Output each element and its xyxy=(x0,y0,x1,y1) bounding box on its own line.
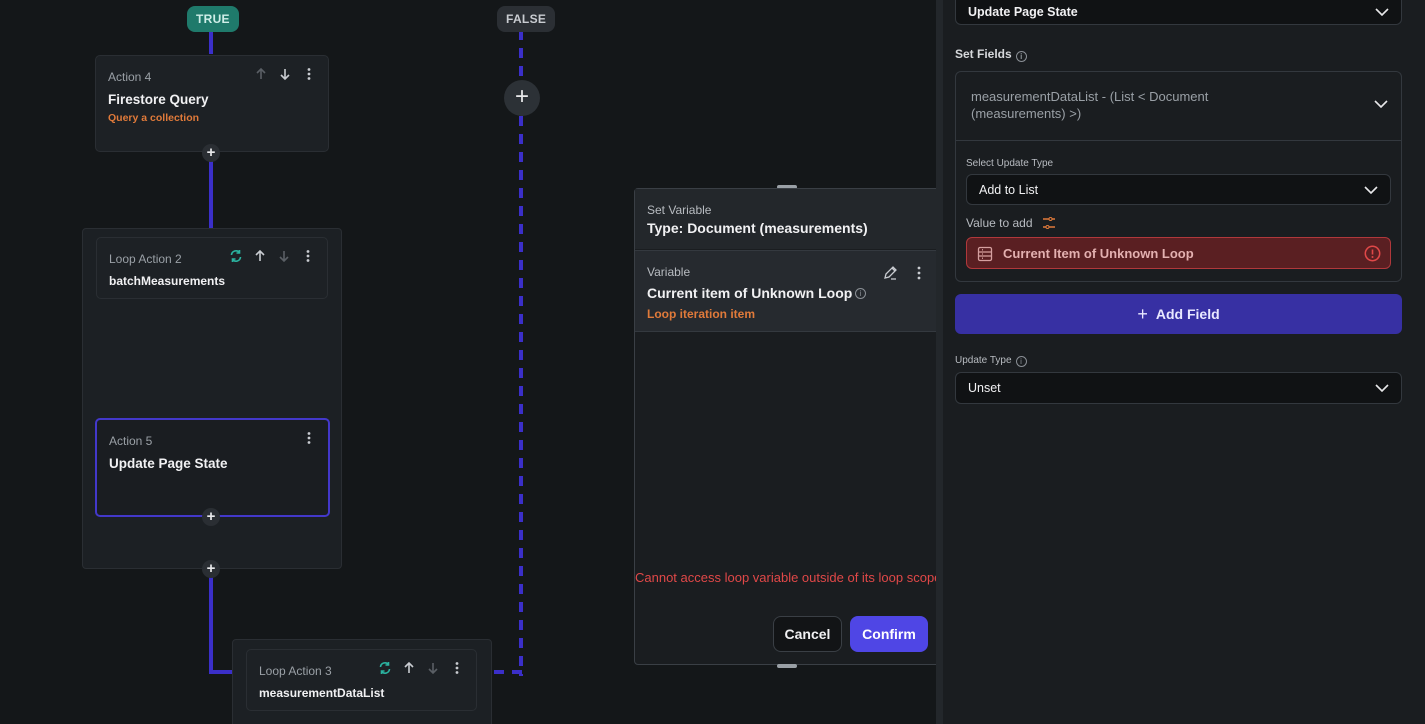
more-vert-icon[interactable] xyxy=(450,661,464,675)
action-type-select[interactable]: Update Page State xyxy=(955,0,1402,25)
field-name: measurementDataList - (List < Document (… xyxy=(971,89,1209,121)
add-field-button[interactable]: + Add Field xyxy=(955,294,1402,334)
add-action-button[interactable]: + xyxy=(202,508,220,526)
plus-icon: + xyxy=(1137,304,1148,324)
error-message: Cannot access loop variable outside of i… xyxy=(635,570,942,585)
arrow-up-icon[interactable] xyxy=(402,661,416,675)
arrow-down-icon[interactable] xyxy=(426,661,440,675)
panel-divider[interactable] xyxy=(936,0,943,724)
add-field-text: Add Field xyxy=(1155,306,1220,322)
action-label: Action 5 xyxy=(109,434,153,448)
false-branch-line xyxy=(519,116,523,676)
action-card-update-page-state[interactable]: Action 5 Update Page State xyxy=(95,418,330,517)
resize-handle[interactable] xyxy=(777,664,797,668)
select-update-type-label: Select Update Type xyxy=(966,158,1054,169)
connector-line xyxy=(209,568,213,674)
update-type-select[interactable]: Add to List xyxy=(966,174,1391,205)
update-type-label: Update Type i xyxy=(955,355,1027,367)
action-title: measurementDataList xyxy=(259,686,385,700)
loop-action-card-measurement[interactable]: Loop Action 3 measurementDataList xyxy=(246,649,477,711)
info-icon[interactable]: i xyxy=(1015,356,1027,367)
value-to-add-label: Value to add xyxy=(966,216,1056,230)
action-label: Loop Action 2 xyxy=(109,252,182,266)
select-value: Update Page State xyxy=(968,5,1078,20)
more-vert-icon[interactable] xyxy=(302,431,316,445)
arrow-down-icon[interactable] xyxy=(278,67,292,81)
action-label: Loop Action 3 xyxy=(259,664,332,678)
chevron-down-icon xyxy=(1374,100,1388,108)
edit-icon[interactable] xyxy=(882,265,898,281)
chevron-down-icon xyxy=(1375,384,1389,392)
modal-kicker: Set Variable xyxy=(647,203,712,217)
set-fields-text: Set Fields xyxy=(955,47,1012,61)
arrow-down-icon[interactable] xyxy=(277,249,291,263)
chevron-down-icon xyxy=(1375,8,1389,17)
action-title: Update Page State xyxy=(109,456,228,471)
update-type-text: Update Type xyxy=(955,355,1012,366)
variable-source: Loop iteration item xyxy=(647,307,755,321)
action-subtitle: Query a collection xyxy=(108,112,200,124)
update-type-bottom-select[interactable]: Unset xyxy=(955,372,1402,404)
false-branch-pill[interactable]: FALSE xyxy=(497,6,556,32)
cancel-button[interactable]: Cancel xyxy=(773,616,842,652)
value-to-add-text: Value to add xyxy=(966,216,1033,230)
more-vert-icon[interactable] xyxy=(302,67,316,81)
add-action-button[interactable]: + xyxy=(202,560,220,578)
field-header[interactable]: measurementDataList - (List < Document (… xyxy=(956,72,1401,141)
loop-icon xyxy=(379,662,391,674)
false-branch-line xyxy=(519,30,523,86)
add-action-button[interactable]: + xyxy=(504,80,540,116)
modal-type: Type: Document (measurements) xyxy=(647,220,868,236)
variable-picker-icon[interactable] xyxy=(1042,216,1056,230)
more-vert-icon[interactable] xyxy=(301,249,315,263)
loop-action-card-batch[interactable]: Loop Action 2 batchMeasurements xyxy=(96,237,328,299)
action-title: batchMeasurements xyxy=(109,274,226,288)
value-to-add-field[interactable]: Current Item of Unknown Loop xyxy=(966,237,1391,269)
select-value: Add to List xyxy=(979,182,1039,197)
chevron-down-icon xyxy=(1364,185,1378,194)
connector-line xyxy=(209,152,213,230)
database-icon xyxy=(977,246,993,262)
confirm-button[interactable]: Confirm xyxy=(850,616,928,652)
add-action-button[interactable]: + xyxy=(202,144,220,162)
select-value: Unset xyxy=(968,381,1001,395)
set-variable-modal: Set Variable Type: Document (measurement… xyxy=(634,188,942,665)
variable-kicker: Variable xyxy=(647,265,691,279)
set-fields-label: Set Fields i xyxy=(955,47,1027,62)
error-icon xyxy=(1364,245,1381,262)
true-branch-pill[interactable]: TRUE xyxy=(187,6,239,32)
loop-icon xyxy=(230,250,242,262)
more-vert-icon[interactable] xyxy=(912,265,926,281)
action-card-firestore-query[interactable]: Action 4 Firestore Query Query a collect… xyxy=(95,55,329,152)
info-icon[interactable]: i xyxy=(1015,51,1027,62)
action-title: Firestore Query xyxy=(108,92,209,107)
arrow-up-icon[interactable] xyxy=(254,67,268,81)
variable-box[interactable]: Variable Current item of Unknown Loop i … xyxy=(635,250,941,332)
value-to-add-text: Current Item of Unknown Loop xyxy=(1003,246,1194,261)
variable-name: Current item of Unknown Loop xyxy=(647,285,853,301)
modal-header: Set Variable Type: Document (measurement… xyxy=(635,189,941,249)
info-icon[interactable]: i xyxy=(855,288,866,299)
arrow-up-icon[interactable] xyxy=(253,249,267,263)
action-label: Action 4 xyxy=(108,70,152,84)
